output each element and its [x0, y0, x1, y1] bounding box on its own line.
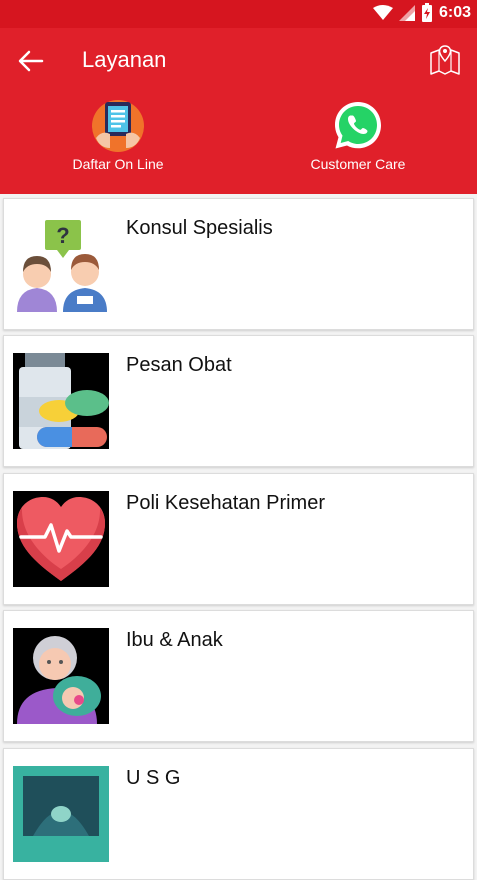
app-bar: Layanan: [0, 28, 477, 94]
heart-pulse-icon: [13, 491, 109, 587]
service-label: Poli Kesehatan Primer: [126, 492, 325, 514]
service-label: U S G: [126, 767, 181, 789]
signal-icon: [398, 5, 415, 21]
online-registration-button[interactable]: Daftar On Line: [38, 98, 198, 172]
svg-text:?: ?: [56, 223, 69, 248]
service-item-usg[interactable]: U S G: [3, 748, 474, 880]
map-icon[interactable]: [429, 43, 461, 77]
wifi-icon: [372, 5, 393, 20]
back-arrow-icon[interactable]: [16, 48, 44, 74]
ultrasound-icon: [13, 766, 109, 862]
service-item-konsul-spesialis[interactable]: ? Konsul Spesialis: [3, 198, 474, 330]
battery-charging-icon: [421, 3, 432, 22]
service-item-ibu-anak[interactable]: Ibu & Anak: [3, 610, 474, 742]
status-bar: 6:03: [0, 0, 477, 28]
customer-care-button[interactable]: Customer Care: [278, 98, 438, 172]
whatsapp-icon: [335, 102, 381, 149]
medicine-icon: [13, 353, 109, 449]
service-item-poli-kesehatan-primer[interactable]: Poli Kesehatan Primer: [3, 473, 474, 605]
page-title: Layanan: [82, 47, 167, 72]
consultation-icon: ?: [13, 216, 109, 312]
online-registration-label: Daftar On Line: [72, 156, 164, 172]
service-label: Konsul Spesialis: [126, 217, 273, 239]
registration-tablet-icon: [92, 100, 144, 152]
customer-care-label: Customer Care: [310, 156, 406, 172]
service-item-pesan-obat[interactable]: Pesan Obat: [3, 335, 474, 467]
mother-child-icon: [13, 628, 109, 724]
service-label: Ibu & Anak: [126, 629, 223, 651]
status-time: 6:03: [438, 4, 471, 21]
quick-actions-bar: Daftar On Line Customer Care: [0, 94, 477, 194]
service-label: Pesan Obat: [126, 354, 232, 376]
